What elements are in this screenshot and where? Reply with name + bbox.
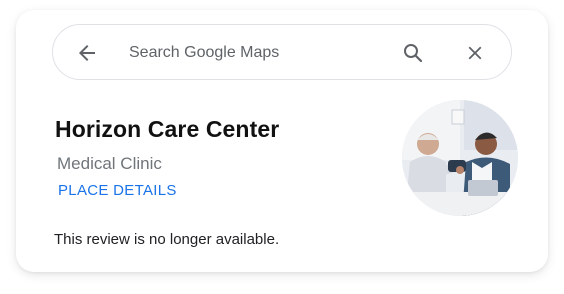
place-card: Horizon Care Center Medical Clinic PLACE… (16, 10, 548, 272)
search-input[interactable] (129, 39, 369, 67)
place-category: Medical Clinic (57, 154, 162, 173)
arrow-left-icon (79, 45, 95, 61)
search-button[interactable] (399, 39, 427, 67)
place-photo-image (402, 100, 518, 216)
clear-button[interactable] (461, 39, 489, 67)
place-title: Horizon Care Center (55, 116, 280, 142)
place-details-link[interactable]: PLACE DETAILS (58, 182, 177, 199)
search-icon (404, 44, 423, 63)
close-icon (468, 46, 482, 60)
back-button[interactable] (73, 39, 101, 67)
review-unavailable-message: This review is no longer available. (54, 231, 280, 248)
search-bar (52, 24, 512, 80)
place-photo (402, 100, 518, 216)
